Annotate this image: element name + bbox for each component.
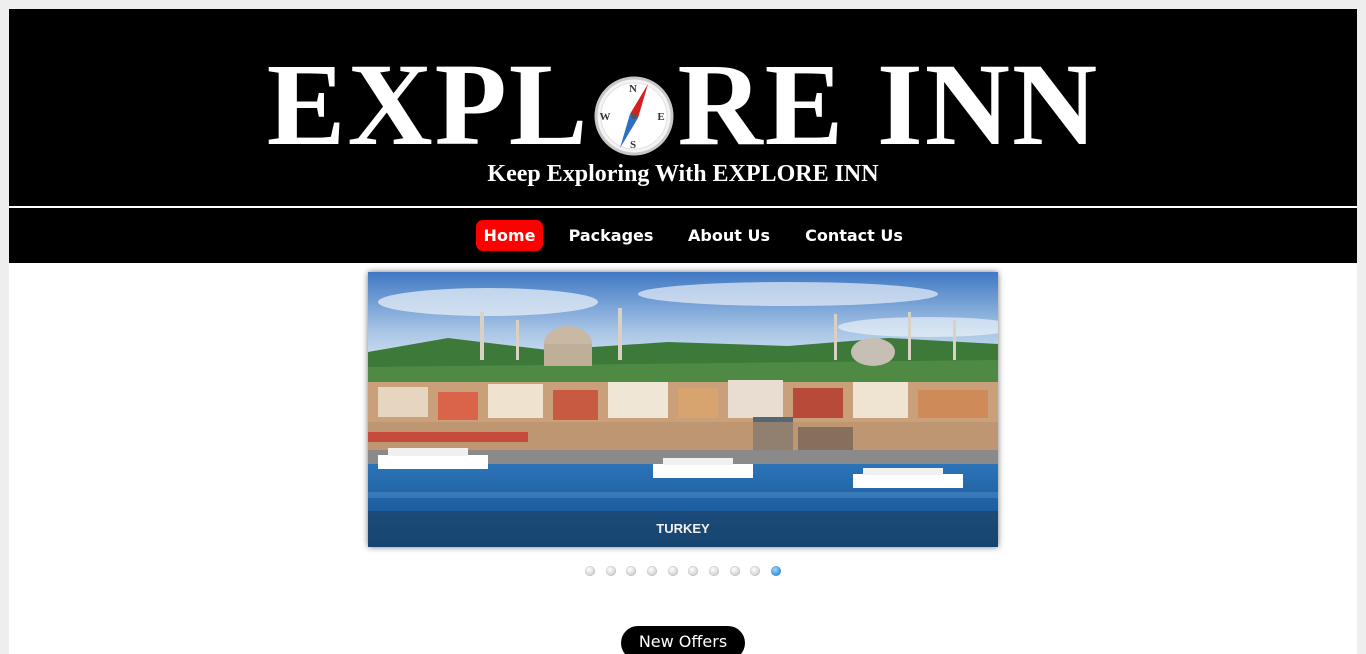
compass-n: N	[629, 83, 639, 95]
new-offers-button[interactable]: New Offers	[621, 626, 745, 654]
nav-home[interactable]: Home	[476, 220, 543, 251]
page: EXPL N E S W RE INN Keep Exploring With …	[9, 9, 1357, 654]
slider-dot[interactable]	[688, 566, 698, 576]
logo-text-left: EXPL	[266, 38, 590, 170]
compass-s: S	[630, 139, 638, 151]
slide-caption: TURKEY	[368, 511, 998, 547]
slider-dot[interactable]	[730, 566, 740, 576]
site-logo[interactable]: EXPL N E S W RE INN	[9, 37, 1357, 170]
slider-dot[interactable]	[585, 566, 595, 576]
compass-w: W	[600, 111, 613, 123]
compass-icon: N E S W	[594, 61, 674, 156]
slider-dot[interactable]	[647, 566, 657, 576]
tagline: Keep Exploring With EXPLORE INN	[487, 161, 879, 187]
slider-dot-active[interactable]	[771, 566, 781, 576]
slider-dot[interactable]	[709, 566, 719, 576]
slider-dot[interactable]	[668, 566, 678, 576]
nav-packages[interactable]: Packages	[564, 220, 658, 251]
image-slider[interactable]: TURKEY	[368, 272, 998, 547]
compass-e: E	[658, 111, 667, 123]
slider-dot[interactable]	[750, 566, 760, 576]
logo-text-right: RE INN	[677, 38, 1100, 170]
nav-contact-us[interactable]: Contact Us	[798, 220, 910, 251]
slider-dot[interactable]	[606, 566, 616, 576]
main-nav: Home Packages About Us Contact Us	[9, 208, 1357, 263]
slide-image	[368, 272, 998, 547]
slider-pagination	[9, 566, 1357, 578]
nav-about-us[interactable]: About Us	[679, 220, 779, 251]
masthead: EXPL N E S W RE INN Keep Exploring With …	[9, 9, 1357, 206]
slider-dot[interactable]	[626, 566, 636, 576]
